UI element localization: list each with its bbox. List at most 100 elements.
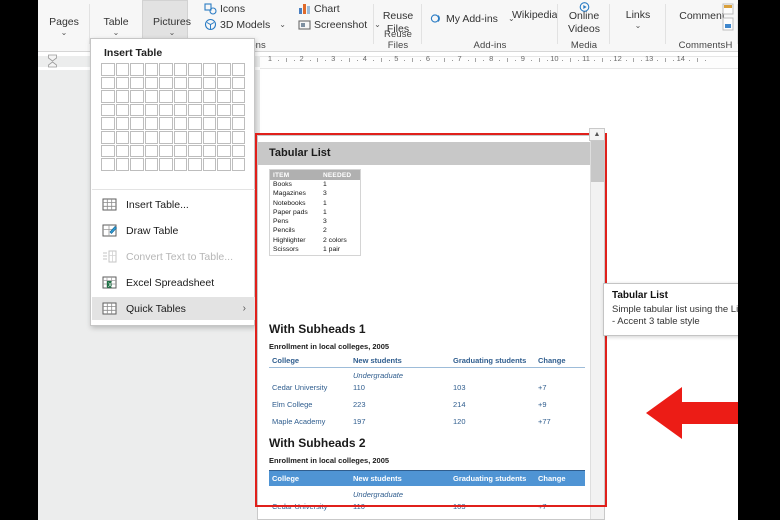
grid-cell-7-9[interactable] bbox=[217, 144, 231, 158]
grid-cell-3-2[interactable] bbox=[115, 90, 129, 103]
grid-cell-6-2[interactable] bbox=[115, 131, 129, 144]
grid-cell-1-2[interactable] bbox=[115, 63, 129, 76]
grid-cell-8-3[interactable] bbox=[130, 158, 144, 171]
grid-cell-4-5[interactable] bbox=[159, 103, 173, 117]
grid-cell-2-2[interactable] bbox=[115, 76, 129, 90]
grid-cell-1-5[interactable] bbox=[159, 63, 173, 76]
grid-cell-4-7[interactable] bbox=[188, 103, 202, 117]
grid-cell-8-4[interactable] bbox=[144, 158, 158, 171]
grid-cell-1-10[interactable] bbox=[231, 63, 245, 76]
grid-cell-5-6[interactable] bbox=[173, 117, 187, 130]
grid-cell-2-8[interactable] bbox=[202, 76, 216, 90]
grid-cell-8-7[interactable] bbox=[188, 158, 202, 171]
grid-cell-8-10[interactable] bbox=[231, 158, 245, 171]
pages-button[interactable]: Pages ⌄ bbox=[38, 4, 90, 37]
grid-cell-5-9[interactable] bbox=[217, 117, 231, 130]
grid-cell-3-9[interactable] bbox=[217, 90, 231, 103]
icons-button[interactable]: Icons bbox=[204, 2, 245, 15]
chevron-down-icon[interactable]: ⌄ bbox=[279, 20, 286, 29]
grid-cell-1-7[interactable] bbox=[188, 63, 202, 76]
gallery-item-tabular-list-heading[interactable]: Tabular List bbox=[258, 142, 591, 165]
grid-cell-6-9[interactable] bbox=[217, 131, 231, 144]
grid-cell-5-10[interactable] bbox=[231, 117, 245, 130]
grid-cell-4-4[interactable] bbox=[144, 103, 158, 117]
grid-cell-7-7[interactable] bbox=[188, 144, 202, 158]
grid-cell-8-1[interactable] bbox=[101, 158, 115, 171]
grid-cell-7-6[interactable] bbox=[173, 144, 187, 158]
grid-cell-8-2[interactable] bbox=[115, 158, 129, 171]
chevron-down-icon[interactable]: ⌄ bbox=[610, 22, 666, 30]
indent-marker[interactable] bbox=[48, 54, 57, 68]
chart-button[interactable]: Chart bbox=[298, 2, 340, 15]
grid-cell-5-7[interactable] bbox=[188, 117, 202, 130]
grid-cell-6-7[interactable] bbox=[188, 131, 202, 144]
grid-cell-3-3[interactable] bbox=[130, 90, 144, 103]
grid-cell-1-8[interactable] bbox=[202, 63, 216, 76]
grid-cell-2-5[interactable] bbox=[159, 76, 173, 90]
menu-item-insert-table[interactable]: Insert Table... bbox=[92, 193, 255, 216]
menu-item-draw-table[interactable]: Draw Table bbox=[92, 219, 255, 242]
footer-icon[interactable] bbox=[722, 17, 734, 36]
grid-cell-8-5[interactable] bbox=[159, 158, 173, 171]
grid-cell-8-6[interactable] bbox=[173, 158, 187, 171]
grid-cell-5-4[interactable] bbox=[144, 117, 158, 130]
grid-cell-5-8[interactable] bbox=[202, 117, 216, 130]
grid-cell-2-1[interactable] bbox=[101, 76, 115, 90]
grid-cell-6-5[interactable] bbox=[159, 131, 173, 144]
chevron-down-icon[interactable]: ⌄ bbox=[38, 29, 90, 37]
grid-cell-1-1[interactable] bbox=[101, 63, 115, 76]
grid-cell-1-9[interactable] bbox=[217, 63, 231, 76]
grid-cell-7-3[interactable] bbox=[130, 144, 144, 158]
grid-cell-2-4[interactable] bbox=[144, 76, 158, 90]
grid-cell-3-6[interactable] bbox=[173, 90, 187, 103]
grid-cell-4-6[interactable] bbox=[173, 103, 187, 117]
grid-cell-8-9[interactable] bbox=[217, 158, 231, 171]
grid-cell-6-1[interactable] bbox=[101, 131, 115, 144]
grid-cell-7-8[interactable] bbox=[202, 144, 216, 158]
links-button[interactable]: Links ⌄ bbox=[610, 6, 666, 30]
wikipedia-button[interactable]: Wikipedia bbox=[512, 9, 558, 21]
grid-cell-6-10[interactable] bbox=[231, 131, 245, 144]
chevron-down-icon[interactable]: ⌄ bbox=[142, 29, 202, 37]
grid-cell-3-7[interactable] bbox=[188, 90, 202, 103]
gallery-scrollbar-thumb[interactable] bbox=[591, 138, 604, 182]
grid-cell-1-6[interactable] bbox=[173, 63, 187, 76]
grid-cell-5-1[interactable] bbox=[101, 117, 115, 130]
grid-cell-1-3[interactable] bbox=[130, 63, 144, 76]
table-button-inner[interactable]: Table ⌄ bbox=[90, 4, 142, 37]
grid-cell-2-6[interactable] bbox=[173, 76, 187, 90]
grid-cell-2-7[interactable] bbox=[188, 76, 202, 90]
grid-cell-3-10[interactable] bbox=[231, 90, 245, 103]
grid-cell-4-8[interactable] bbox=[202, 103, 216, 117]
grid-cell-5-5[interactable] bbox=[159, 117, 173, 130]
my-addins-button[interactable]: My Add-ins ⌄ bbox=[430, 12, 515, 25]
grid-cell-4-3[interactable] bbox=[130, 103, 144, 117]
grid-cell-3-8[interactable] bbox=[202, 90, 216, 103]
grid-cell-7-5[interactable] bbox=[159, 144, 173, 158]
grid-cell-6-4[interactable] bbox=[144, 131, 158, 144]
grid-cell-2-3[interactable] bbox=[130, 76, 144, 90]
grid-cell-2-9[interactable] bbox=[217, 76, 231, 90]
grid-cell-4-10[interactable] bbox=[231, 103, 245, 117]
gallery-item-with-subheads-1-heading[interactable]: With Subheads 1 bbox=[269, 322, 366, 336]
grid-cell-7-4[interactable] bbox=[144, 144, 158, 158]
grid-cell-6-8[interactable] bbox=[202, 131, 216, 144]
grid-cell-5-2[interactable] bbox=[115, 117, 129, 130]
grid-cell-3-1[interactable] bbox=[101, 90, 115, 103]
grid-cell-4-2[interactable] bbox=[115, 103, 129, 117]
online-videos-button[interactable]: Online Videos bbox=[558, 10, 610, 36]
grid-cell-8-8[interactable] bbox=[202, 158, 216, 171]
menu-item-quick-tables[interactable]: Quick Tables › bbox=[92, 297, 255, 320]
screenshot-button[interactable]: Screenshot ⌄ bbox=[298, 18, 381, 31]
grid-cell-6-3[interactable] bbox=[130, 131, 144, 144]
grid-cell-4-1[interactable] bbox=[101, 103, 115, 117]
grid-cell-6-6[interactable] bbox=[173, 131, 187, 144]
gallery-item-with-subheads-2-heading[interactable]: With Subheads 2 bbox=[269, 436, 366, 450]
grid-cell-5-3[interactable] bbox=[130, 117, 144, 130]
grid-cell-1-4[interactable] bbox=[144, 63, 158, 76]
grid-cell-7-1[interactable] bbox=[101, 144, 115, 158]
grid-cell-2-10[interactable] bbox=[231, 76, 245, 90]
chevron-down-icon[interactable]: ⌄ bbox=[90, 29, 142, 37]
grid-cell-3-4[interactable] bbox=[144, 90, 158, 103]
grid-cell-3-5[interactable] bbox=[159, 90, 173, 103]
